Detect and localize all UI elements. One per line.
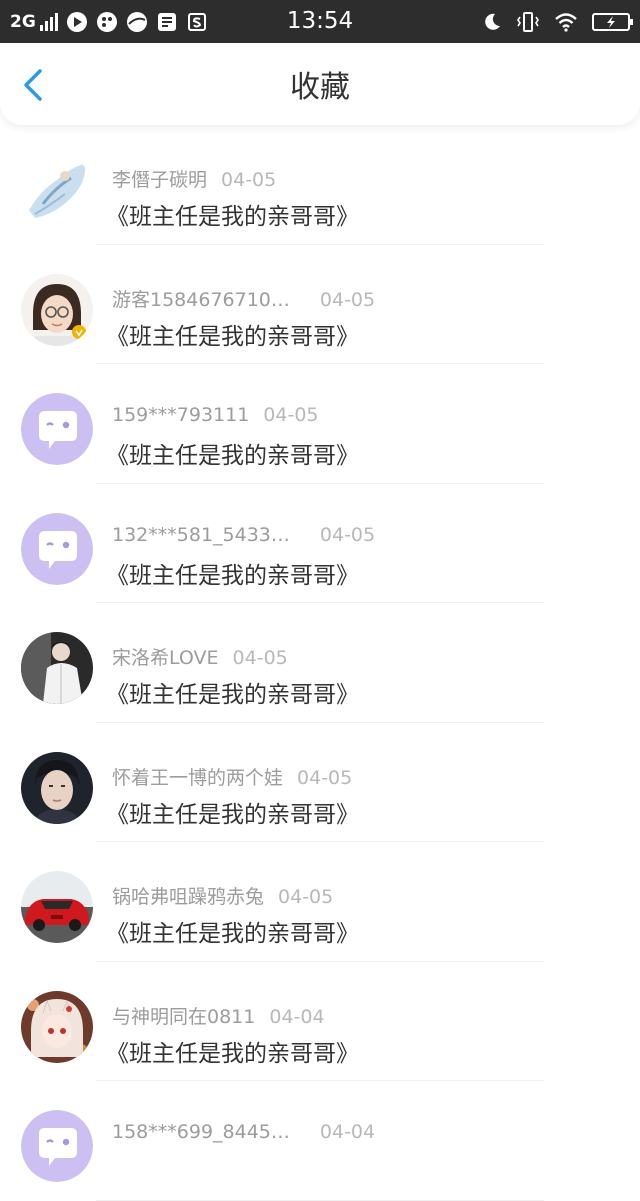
default-chat-avatar[interactable] <box>21 512 93 585</box>
list-item[interactable]: 锅哈弗咀躁鸦赤兔 04-05 《班主任是我的亲哥哥》 <box>0 842 640 962</box>
default-chat-avatar[interactable] <box>21 393 93 465</box>
person-white-jacket-avatar[interactable] <box>21 632 93 704</box>
item-meta: 132***581_5433… 04-05 <box>112 524 375 546</box>
default-chat-avatar[interactable] <box>21 1110 93 1182</box>
user-name: 怀着王一博的两个娃 <box>112 766 284 789</box>
user-name: 132***581_5433… <box>112 523 290 546</box>
red-car-avatar[interactable] <box>21 871 93 943</box>
item-date: 04-05 <box>221 169 277 191</box>
item-content: 《班主任是我的亲哥哥》 <box>106 682 359 708</box>
item-content: 《班主任是我的亲哥哥》 <box>106 204 359 230</box>
item-date: 04-05 <box>319 523 376 546</box>
vibrate-icon <box>517 11 539 32</box>
list-item[interactable]: 宋洛希LOVE 04-05 《班主任是我的亲哥哥》 <box>0 603 640 723</box>
moon-icon <box>485 13 500 30</box>
item-meta: 与神明同在0811 04-04 <box>112 1002 325 1029</box>
item-meta: 锅哈弗咀躁鸦赤兔 04-05 <box>112 882 333 909</box>
item-content: 《班主任是我的亲哥哥》 <box>106 562 359 589</box>
item-date: 04-05 <box>297 766 353 789</box>
man-portrait-avatar[interactable] <box>21 751 93 824</box>
item-meta: 158***699_8445… 04-04 <box>112 1121 375 1143</box>
wifi-icon <box>555 12 577 32</box>
user-name: 与神明同在0811 <box>112 1005 256 1028</box>
anime-figure-avatar[interactable] <box>21 154 93 226</box>
user-name: 锅哈弗咀躁鸦赤兔 <box>112 886 265 908</box>
list-item[interactable]: 李僭子碳明 04-05 《班主任是我的亲哥哥》 <box>0 125 640 245</box>
item-meta: 怀着王一博的两个娃 04-05 <box>112 763 352 790</box>
list-item[interactable]: 132***581_5433… 04-05 《班主任是我的亲哥哥》 <box>0 484 640 604</box>
user-name: 159***793111 <box>112 404 250 426</box>
item-meta: 游客1584676710… 04-05 <box>112 285 375 312</box>
item-meta: 李僭子碳明 04-05 <box>112 165 276 192</box>
item-date: 04-04 <box>319 1121 376 1143</box>
user-name: 游客1584676710… <box>112 288 290 311</box>
item-date: 04-05 <box>232 647 288 669</box>
battery-icon <box>592 12 633 31</box>
item-date: 04-05 <box>278 886 334 908</box>
girl-glasses-avatar[interactable] <box>21 273 93 346</box>
item-content: 《班主任是我的亲哥哥》 <box>106 1040 359 1067</box>
item-content: 《班主任是我的亲哥哥》 <box>106 443 359 469</box>
item-date: 04-05 <box>263 404 319 426</box>
item-content: 《班主任是我的亲哥哥》 <box>106 921 359 947</box>
nav-bar: 收藏 <box>0 43 640 125</box>
list-item[interactable]: 与神明同在0811 04-04 《班主任是我的亲哥哥》 <box>0 962 640 1082</box>
page-title: 收藏 <box>290 70 350 105</box>
item-content: 《班主任是我的亲哥哥》 <box>106 801 359 828</box>
user-name: 158***699_8445… <box>112 1121 290 1143</box>
status-bar: 2G 13:54 <box>0 0 640 43</box>
list-item[interactable]: 游客1584676710… 04-05 《班主任是我的亲哥哥》 <box>0 245 640 365</box>
item-meta: 159***793111 04-05 <box>112 404 319 426</box>
item-content: 《班主任是我的亲哥哥》 <box>106 323 359 350</box>
anime-girl-avatar[interactable] <box>21 990 93 1063</box>
user-name: 宋洛希LOVE <box>112 647 219 669</box>
list-item[interactable]: 159***793111 04-05 《班主任是我的亲哥哥》 <box>0 364 640 484</box>
list-item[interactable]: 怀着王一博的两个娃 04-05 《班主任是我的亲哥哥》 <box>0 723 640 843</box>
status-right <box>482 0 633 43</box>
list-item[interactable]: 158***699_8445… 04-04 <box>0 1081 640 1201</box>
item-meta: 宋洛希LOVE 04-05 <box>112 643 288 670</box>
item-date: 04-05 <box>319 288 376 311</box>
item-date: 04-04 <box>269 1005 325 1028</box>
user-name: 李僭子碳明 <box>112 169 208 191</box>
favorites-list: 李僭子碳明 04-05 《班主任是我的亲哥哥》 游客1584676710… 04-0… <box>0 125 640 1201</box>
